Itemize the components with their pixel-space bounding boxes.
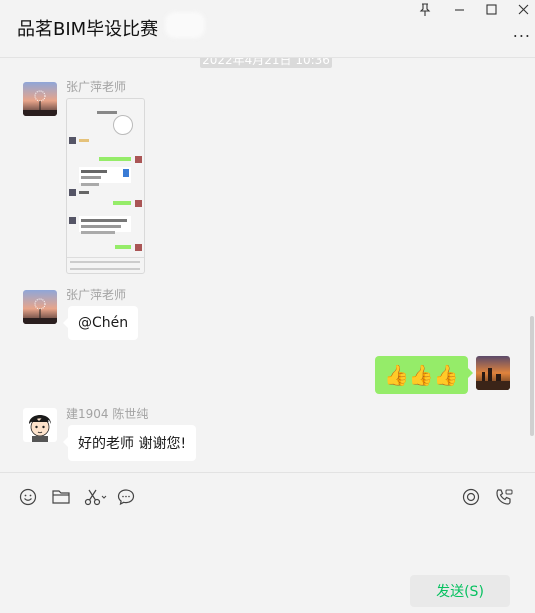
minimize-icon[interactable] bbox=[444, 0, 474, 18]
text-message[interactable]: @Chén bbox=[62, 306, 139, 340]
chat-title: 品茗BIM毕设比赛 bbox=[17, 19, 159, 40]
more-options-button[interactable]: ... bbox=[513, 22, 531, 41]
redacted-mark bbox=[165, 12, 205, 38]
sender-name: 张广萍老师 bbox=[66, 288, 127, 302]
text-message[interactable]: 好的老师 谢谢您! bbox=[62, 425, 197, 461]
avatar[interactable] bbox=[23, 82, 57, 116]
voice-call-icon[interactable] bbox=[493, 486, 515, 508]
scrollbar[interactable] bbox=[530, 316, 534, 436]
avatar[interactable] bbox=[23, 290, 57, 324]
image-message[interactable] bbox=[66, 98, 145, 274]
emoji-message[interactable]: 👍👍👍 bbox=[375, 356, 473, 394]
maximize-icon[interactable] bbox=[476, 0, 506, 18]
folder-icon[interactable] bbox=[50, 486, 72, 508]
chat-history-icon[interactable] bbox=[115, 486, 137, 508]
sender-name: 建1904 陈世纯 bbox=[66, 407, 149, 421]
sender-name: 张广萍老师 bbox=[66, 80, 127, 94]
my-avatar[interactable] bbox=[476, 356, 510, 390]
close-icon[interactable] bbox=[508, 0, 535, 18]
send-button[interactable]: 发送(S) bbox=[410, 575, 510, 607]
title-bar: 品茗BIM毕设比赛 ... bbox=[0, 0, 535, 58]
emoji-icon[interactable] bbox=[17, 486, 39, 508]
timestamp: 2022年4月21日 10:36 bbox=[200, 58, 332, 68]
composer: 发送(S) bbox=[0, 472, 535, 613]
message-list[interactable]: 2022年4月21日 10:36 张广萍老师 张广萍老师 @Chén 👍👍👍 建… bbox=[0, 58, 535, 472]
avatar[interactable] bbox=[23, 408, 57, 442]
live-icon[interactable] bbox=[460, 486, 482, 508]
pin-icon[interactable] bbox=[410, 0, 440, 18]
scissors-icon[interactable] bbox=[83, 486, 109, 508]
